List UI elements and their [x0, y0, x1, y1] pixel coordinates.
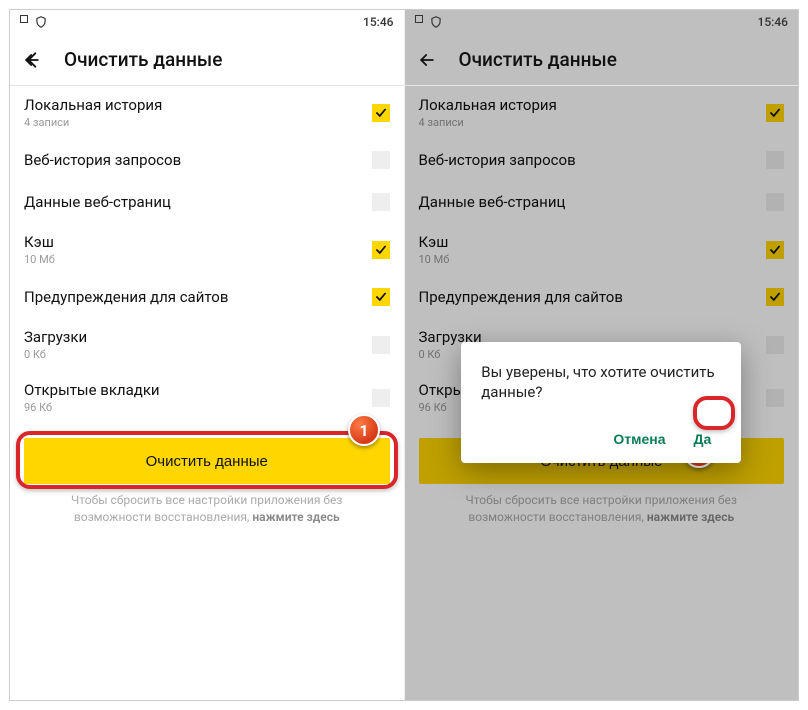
row-title: Локальная история	[419, 96, 557, 114]
checkbox-icon[interactable]	[372, 389, 390, 407]
row-sub: 96 Кб	[24, 401, 160, 414]
status-bar: 15:46	[10, 10, 404, 34]
options-list: Локальная история 4 записи Веб-история з…	[10, 86, 404, 424]
row-title: Кэш	[24, 233, 55, 251]
checkbox-icon[interactable]	[372, 336, 390, 354]
shield-icon	[34, 15, 48, 29]
page-title: Очистить данные	[459, 48, 617, 71]
row-open-tabs[interactable]: Открытые вкладки 96 Кб	[10, 371, 404, 424]
checkbox-icon[interactable]	[372, 288, 390, 306]
confirm-dialog: Вы уверены, что хотите очистить данные? …	[461, 342, 741, 463]
row-title: Локальная история	[24, 96, 162, 114]
row-webpage-data[interactable]: Данные веб-страниц	[405, 181, 799, 223]
row-sub: 0 Кб	[24, 348, 87, 361]
row-title: Предупреждения для сайтов	[419, 288, 623, 306]
row-title: Открытые вкладки	[24, 381, 160, 399]
reset-hint: Чтобы сбросить все настройки приложения …	[10, 492, 404, 526]
checkbox-icon[interactable]	[372, 193, 390, 211]
row-title: Веб-история запросов	[24, 151, 181, 169]
app-header: Очистить данные	[405, 34, 799, 86]
row-local-history[interactable]: Локальная история 4 записи	[10, 86, 404, 139]
row-title: Предупреждения для сайтов	[24, 288, 228, 306]
shield-icon	[429, 15, 443, 29]
row-cache[interactable]: Кэш 10 Мб	[10, 223, 404, 276]
checkbox-icon[interactable]	[766, 104, 784, 122]
clear-data-button[interactable]: Очистить данные	[24, 438, 390, 484]
checkbox-icon[interactable]	[766, 389, 784, 407]
row-downloads[interactable]: Загрузки 0 Кб	[10, 318, 404, 371]
checkbox-icon[interactable]	[372, 151, 390, 169]
dialog-text: Вы уверены, что хотите очистить данные?	[481, 362, 721, 403]
sim-icon	[20, 15, 28, 23]
row-sub: 4 записи	[419, 116, 557, 129]
checkbox-icon[interactable]	[372, 241, 390, 259]
row-title: Кэш	[419, 233, 450, 251]
row-local-history[interactable]: Локальная история 4 записи	[405, 86, 799, 139]
back-icon[interactable]	[417, 50, 437, 70]
row-sub: 10 Мб	[419, 253, 450, 266]
clear-button-wrap: Очистить данные	[10, 424, 404, 492]
checkbox-icon[interactable]	[766, 288, 784, 306]
reset-hint: Чтобы сбросить все настройки приложения …	[405, 492, 799, 526]
status-time: 15:46	[363, 15, 393, 29]
status-time: 15:46	[758, 15, 788, 29]
reset-link[interactable]: нажмите здесь	[252, 510, 339, 524]
row-cache[interactable]: Кэш 10 Мб	[405, 223, 799, 276]
row-title: Веб-история запросов	[419, 151, 576, 169]
row-webpage-data[interactable]: Данные веб-страниц	[10, 181, 404, 223]
checkbox-icon[interactable]	[766, 151, 784, 169]
checkbox-icon[interactable]	[372, 104, 390, 122]
sim-icon	[415, 15, 423, 23]
status-bar: 15:46	[405, 10, 799, 34]
checkbox-icon[interactable]	[766, 241, 784, 259]
row-sub: 10 Мб	[24, 253, 55, 266]
row-web-history[interactable]: Веб-история запросов	[10, 139, 404, 181]
row-web-history[interactable]: Веб-история запросов	[405, 139, 799, 181]
row-title: Загрузки	[24, 328, 87, 346]
dialog-yes-button[interactable]: Да	[683, 425, 721, 453]
reset-link[interactable]: нажмите здесь	[647, 510, 734, 524]
row-sub: 4 записи	[24, 116, 162, 129]
page-title: Очистить данные	[64, 48, 222, 71]
row-title: Данные веб-страниц	[24, 193, 171, 211]
back-icon[interactable]	[22, 50, 42, 70]
screen-right: 15:46 Очистить данные Локальная история …	[404, 10, 799, 700]
dialog-cancel-button[interactable]: Отмена	[603, 425, 675, 453]
row-site-warnings[interactable]: Предупреждения для сайтов	[10, 276, 404, 318]
row-site-warnings[interactable]: Предупреждения для сайтов	[405, 276, 799, 318]
checkbox-icon[interactable]	[766, 336, 784, 354]
row-title: Данные веб-страниц	[419, 193, 566, 211]
app-header: Очистить данные	[10, 34, 404, 86]
checkbox-icon[interactable]	[766, 193, 784, 211]
screen-left: 15:46 Очистить данные Локальная история …	[10, 10, 404, 700]
